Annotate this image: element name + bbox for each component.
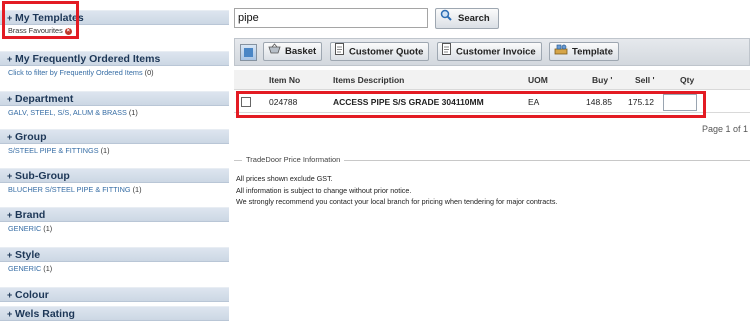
action-toolbar: Basket Customer Quote Customer Invoice T… <box>234 38 750 66</box>
col-buy-label: Buy <box>592 75 609 85</box>
style-header[interactable]: + Style <box>0 247 229 262</box>
template-icon <box>554 43 568 61</box>
price-info-line-2: All information is subject to change wit… <box>236 185 412 195</box>
section-colour: + Colour <box>0 287 229 302</box>
frequently-ordered-header[interactable]: + My Frequently Ordered Items <box>0 51 229 66</box>
subgroup-title: Sub-Group <box>15 170 70 182</box>
col-description[interactable]: Items Description <box>333 70 404 90</box>
wels-rating-header[interactable]: + Wels Rating <box>0 306 229 321</box>
style-filter-link[interactable]: GENERIC <box>8 264 41 273</box>
results-table-header: Item No Items Description UOM Buy ' Sell… <box>234 70 750 90</box>
select-all-icon[interactable] <box>240 44 257 61</box>
group-header[interactable]: + Group <box>0 129 229 144</box>
search-button-label: Search <box>458 13 490 25</box>
basket-label: Basket <box>285 46 317 58</box>
filter-sidebar: + My Templates Brass Favourites × + My Freq… <box>0 0 229 331</box>
price-info-box: TradeDoor Price Information All prices s… <box>234 155 750 208</box>
subgroup-count: (1) <box>132 185 142 194</box>
subgroup-filter-link[interactable]: BLUCHER S/STEEL PIPE & FITTING <box>8 185 131 194</box>
brand-count: (1) <box>43 224 53 233</box>
brand-header[interactable]: + Brand <box>0 207 229 222</box>
section-group: + Group S/STEEL PIPE & FITTINGS (1) <box>0 129 229 157</box>
main-content: Search Basket Customer Quote <box>234 0 750 331</box>
subgroup-header[interactable]: + Sub-Group <box>0 168 229 183</box>
col-qty[interactable]: Qty <box>680 70 694 90</box>
department-filter-link[interactable]: GALV, STEEL, S/S, ALUM & BRASS <box>8 108 127 117</box>
frequently-ordered-filter-link[interactable]: Click to filter by Frequently Ordered It… <box>8 68 143 77</box>
document-quote-icon <box>335 43 345 61</box>
section-brand: + Brand GENERIC (1) <box>0 207 229 235</box>
search-button[interactable]: Search <box>435 8 499 29</box>
wels-rating-title: Wels Rating <box>15 308 75 320</box>
price-info-legend: TradeDoor Price Information <box>242 155 345 164</box>
row-highlight-box <box>236 91 706 118</box>
department-count: (1) <box>128 108 138 117</box>
frequently-ordered-title: My Frequently Ordered Items <box>15 53 161 65</box>
col-uom[interactable]: UOM <box>528 70 548 90</box>
magnifier-icon <box>440 9 454 28</box>
style-title: Style <box>15 249 41 261</box>
col-item-no[interactable]: Item No <box>269 70 300 90</box>
pagination-label: Page 1 of 1 <box>701 124 748 134</box>
templates-highlight-box <box>2 1 79 39</box>
group-filter-link[interactable]: S/STEEL PIPE & FITTINGS <box>8 146 99 155</box>
section-style: + Style GENERIC (1) <box>0 247 229 275</box>
template-label: Template <box>572 46 614 58</box>
section-wels-rating: + Wels Rating <box>0 306 229 321</box>
template-button[interactable]: Template <box>549 42 620 61</box>
section-frequently-ordered: + My Frequently Ordered Items Click to fi… <box>0 51 229 79</box>
brand-filter-link[interactable]: GENERIC <box>8 224 41 233</box>
basket-icon <box>268 43 281 60</box>
group-title: Group <box>15 131 47 143</box>
document-invoice-icon <box>442 43 452 61</box>
customer-invoice-button[interactable]: Customer Invoice <box>437 42 542 61</box>
group-count: (1) <box>100 146 110 155</box>
colour-title: Colour <box>15 289 49 301</box>
style-count: (1) <box>43 264 53 273</box>
customer-invoice-label: Customer Invoice <box>456 46 536 58</box>
colour-header[interactable]: + Colour <box>0 287 229 302</box>
department-title: Department <box>15 93 74 105</box>
brand-title: Brand <box>15 209 46 221</box>
price-info-line-3: We strongly recommend you contact your l… <box>236 197 558 206</box>
search-input[interactable] <box>234 8 428 28</box>
frequently-ordered-count: (0) <box>144 68 154 77</box>
department-header[interactable]: + Department <box>0 91 229 106</box>
basket-button[interactable]: Basket <box>263 42 323 61</box>
col-buy[interactable]: Buy ' <box>592 70 612 90</box>
section-subgroup: + Sub-Group BLUCHER S/STEEL PIPE & FITTIN… <box>0 168 229 196</box>
col-sell[interactable]: Sell ' <box>635 70 655 90</box>
customer-quote-button[interactable]: Customer Quote <box>330 42 430 61</box>
customer-quote-label: Customer Quote <box>349 46 424 58</box>
section-department: + Department GALV, STEEL, S/S, ALUM & BRA… <box>0 91 229 119</box>
price-info-line-1: All prices shown exclude GST. <box>236 174 333 183</box>
col-sell-label: Sell <box>635 75 651 85</box>
